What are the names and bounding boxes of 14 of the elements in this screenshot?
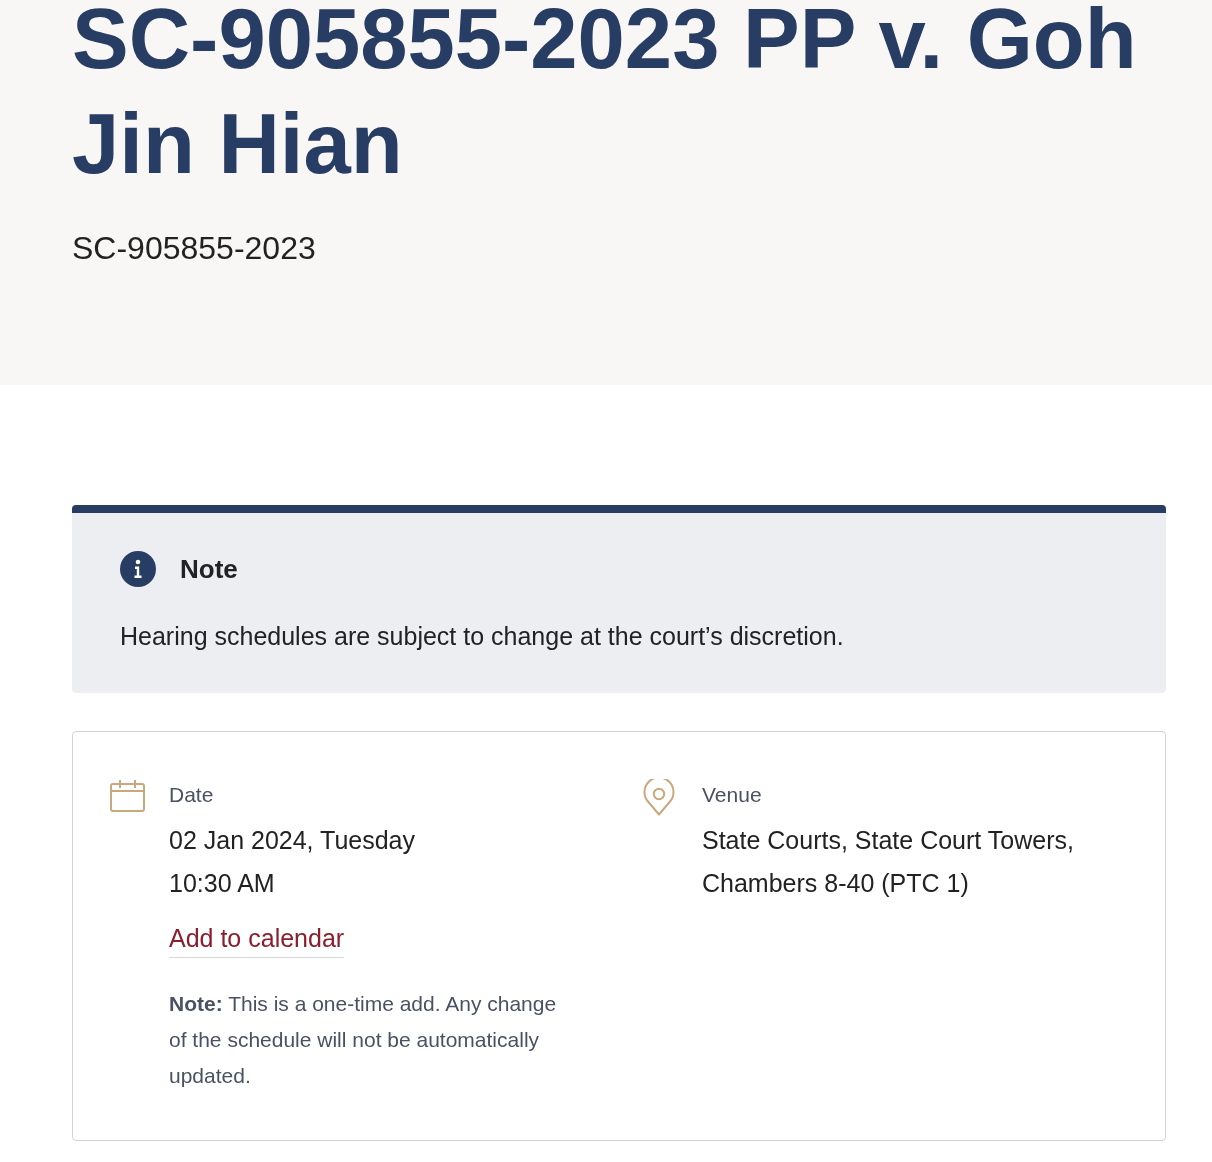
field-label: Venue bbox=[702, 782, 763, 808]
notice-title: Note bbox=[180, 553, 238, 586]
field-value: 02 Jan 2024, Tuesday bbox=[169, 825, 417, 856]
case-title: SC-905855-2023 PP v. Goh Jin Hian bbox=[72, 0, 1138, 193]
location-pin-icon bbox=[643, 779, 675, 816]
notice-message: Hearing schedules are subject to change at the court’s discretion. bbox=[120, 621, 845, 652]
field-value: State Courts, State Court Towers, Chambers 8-40 (PTC 1) bbox=[702, 825, 1075, 899]
info-icon bbox=[120, 551, 156, 587]
field-label: Date bbox=[169, 782, 215, 808]
case-number: SC-905855-2023 bbox=[72, 229, 317, 268]
calendar-note: Note: This is a one-time add. Any change of the schedule will not be automatically updated. bbox=[169, 991, 558, 1089]
field-value: 10:30 AM bbox=[169, 868, 276, 899]
add-to-calendar-link[interactable]: Add to calendar bbox=[169, 921, 345, 958]
calendar-icon bbox=[110, 779, 145, 812]
